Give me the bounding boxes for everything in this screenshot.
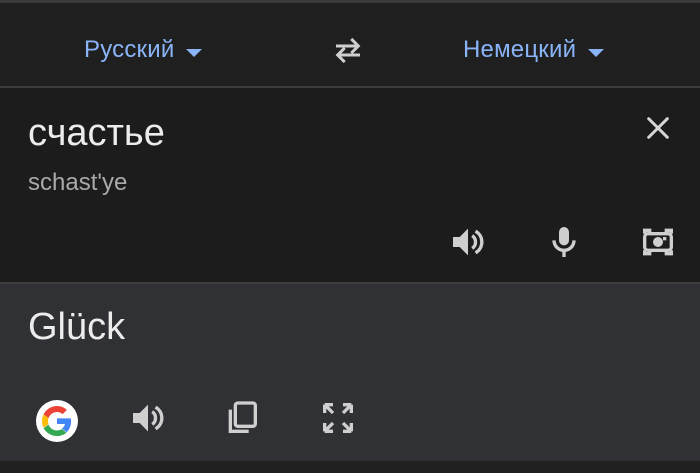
target-language-label: Немецкий (463, 36, 577, 63)
copy-icon[interactable] (222, 398, 262, 438)
chevron-down-icon (186, 49, 203, 57)
speaker-icon[interactable] (448, 222, 488, 262)
translated-text: Glück (28, 306, 126, 348)
target-language-selector[interactable]: Немецкий (463, 33, 605, 67)
bottom-edge (0, 461, 700, 473)
source-text[interactable]: счастье (28, 112, 165, 155)
source-language-selector[interactable]: Русский (84, 33, 203, 67)
source-panel: счастье schast'ye (0, 88, 700, 282)
close-icon[interactable] (642, 112, 674, 144)
microphone-icon[interactable] (544, 222, 584, 262)
camera-icon[interactable] (638, 222, 678, 262)
speaker-icon[interactable] (128, 398, 168, 438)
chevron-down-icon (588, 49, 605, 57)
swap-languages-icon[interactable] (330, 31, 366, 67)
language-bar: Русский Немецкий (0, 3, 700, 86)
source-language-label: Русский (84, 36, 175, 63)
translation-panel: Glück (0, 284, 700, 461)
fullscreen-icon[interactable] (318, 398, 358, 438)
transliteration: schast'ye (28, 169, 128, 196)
google-logo-icon[interactable] (36, 400, 78, 442)
